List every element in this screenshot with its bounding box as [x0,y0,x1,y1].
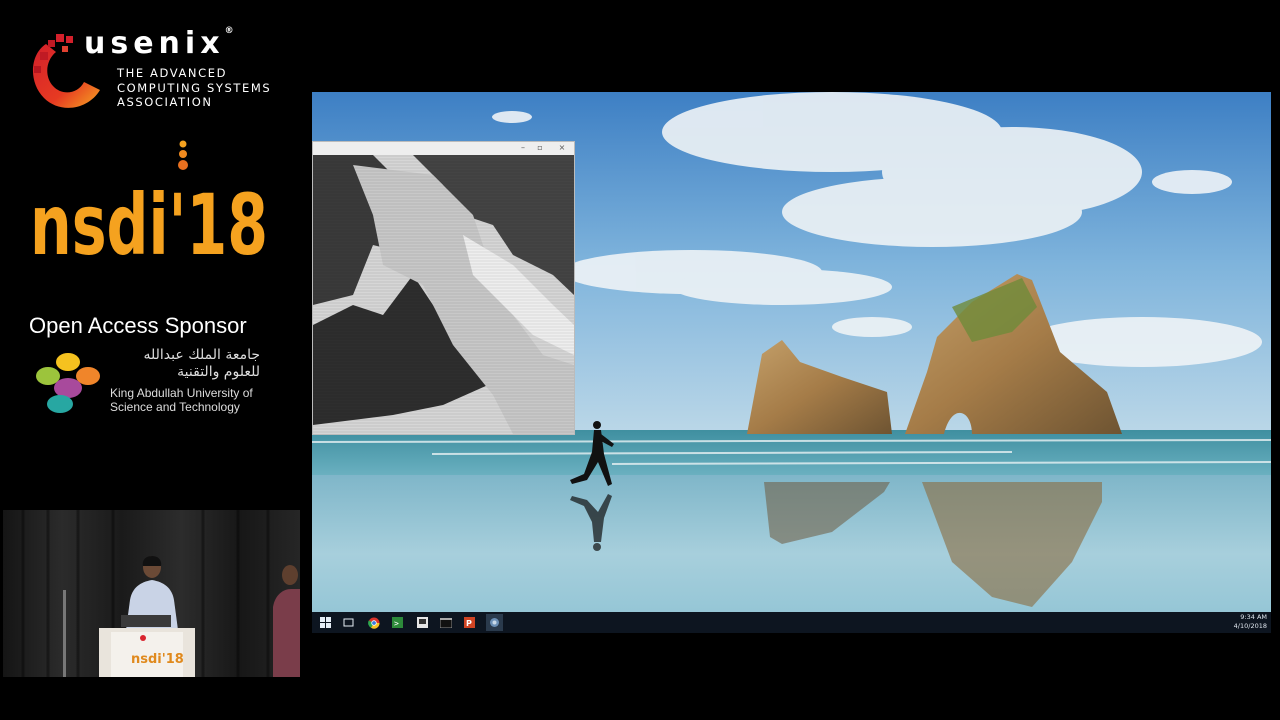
sponsor-name: King Abdullah University of Science and … [110,386,253,414]
close-icon[interactable]: × [557,143,567,153]
speaker-scene-image: nsdi'18 [3,510,300,677]
maximize-icon[interactable]: ▫ [535,143,545,153]
app-icon[interactable] [486,614,503,631]
minimize-icon[interactable]: – [518,143,528,153]
cmd-icon[interactable] [437,614,454,631]
usenix-wordmark: usenix® [84,26,234,61]
sticky-notes-icon[interactable] [414,614,431,631]
clock-time[interactable]: 9:34 AM [1240,613,1267,621]
registered-mark: ® [224,26,234,36]
clock-date[interactable]: 4/10/2018 [1234,622,1267,630]
nsdi18-logo: nsdi'18 [30,140,268,262]
windows-start-icon[interactable] [317,614,334,631]
podium-logo-text: nsdi'18 [131,652,184,667]
sponsor-label: Open Access Sponsor [29,313,247,338]
usenix-tagline: THE ADVANCED COMPUTING SYSTEMS ASSOCIATI… [117,66,272,109]
chrome-icon[interactable] [365,614,382,631]
speaker-video: nsdi'18 [3,510,300,677]
terminal-icon[interactable]: > [389,614,406,631]
powerpoint-icon[interactable]: P [461,614,478,631]
sponsor-arabic-name: جامعة الملك عبدالله للعلوم والتقنية [143,347,260,380]
kaust-logo-icon [36,353,100,413]
svg-text:P: P [466,619,472,628]
window-grayscale-image [313,155,574,434]
taskbar: > P 9:34 AM 4/10/2018 [312,612,1271,633]
task-view-icon[interactable] [340,614,357,631]
svg-text:>: > [394,619,399,628]
window-titlebar[interactable]: – ▫ × [313,142,574,156]
nsdi-logo-text: nsdi'18 [30,176,268,262]
app-window[interactable]: – ▫ × [312,141,575,435]
